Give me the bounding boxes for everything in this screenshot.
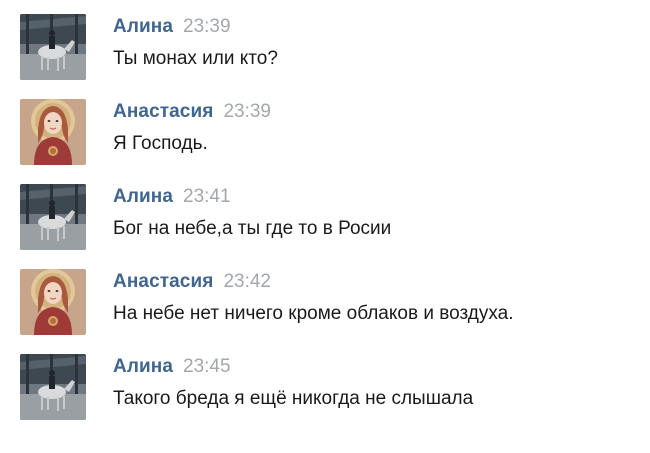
- message-header: Алина 23:45: [113, 354, 640, 380]
- message-item: Анастасия 23:42 На небе нет ничего кроме…: [0, 269, 650, 354]
- user-avatar-alina[interactable]: [20, 184, 86, 250]
- message-text: Бог на небе,а ты где то в Росии: [113, 218, 392, 239]
- message-time[interactable]: 23:41: [183, 186, 231, 208]
- author-name[interactable]: Алина: [113, 186, 173, 208]
- message-body: Алина 23:39 Ты монах или кто?: [113, 14, 640, 70]
- message-body: Алина 23:41 Бог на небе,а ты где то в Ро…: [113, 184, 640, 240]
- message-time[interactable]: 23:45: [183, 356, 231, 378]
- icon-portrait-icon: [20, 269, 86, 335]
- message-header: Анастасия 23:42: [113, 269, 640, 295]
- horse-rider-icon: [20, 14, 86, 80]
- user-avatar-alina[interactable]: [20, 354, 86, 420]
- message-time[interactable]: 23:39: [183, 16, 231, 38]
- message-body: Анастасия 23:42 На небе нет ничего кроме…: [113, 269, 640, 325]
- message-item: Алина 23:41 Бог на небе,а ты где то в Ро…: [0, 184, 650, 269]
- message-header: Анастасия 23:39: [113, 99, 640, 125]
- user-avatar-alina[interactable]: [20, 14, 86, 80]
- message-item: Анастасия 23:39 Я Господь.: [0, 99, 650, 184]
- author-name[interactable]: Анастасия: [113, 271, 213, 293]
- horse-rider-icon: [20, 354, 86, 420]
- message-text: Я Господь.: [113, 133, 208, 154]
- message-text: Ты монах или кто?: [113, 48, 278, 69]
- horse-rider-icon: [20, 184, 86, 250]
- message-header: Алина 23:39: [113, 14, 640, 40]
- message-time[interactable]: 23:39: [223, 101, 271, 123]
- icon-portrait-icon: [20, 99, 86, 165]
- message-item: Алина 23:39 Ты монах или кто?: [0, 14, 650, 99]
- message-time[interactable]: 23:42: [223, 271, 271, 293]
- message-text: Такого бреда я ещё никогда не слышала: [113, 388, 474, 409]
- message-text: На небе нет ничего кроме облаков и возду…: [113, 303, 514, 324]
- message-header: Алина 23:41: [113, 184, 640, 210]
- author-name[interactable]: Алина: [113, 16, 173, 38]
- message-body: Анастасия 23:39 Я Господь.: [113, 99, 640, 155]
- message-body: Алина 23:45 Такого бреда я ещё никогда н…: [113, 354, 640, 410]
- user-avatar-anastasia[interactable]: [20, 99, 86, 165]
- user-avatar-anastasia[interactable]: [20, 269, 86, 335]
- chat-log: Алина 23:39 Ты монах или кто? Анастасия …: [0, 0, 650, 453]
- author-name[interactable]: Алина: [113, 356, 173, 378]
- message-item: Алина 23:45 Такого бреда я ещё никогда н…: [0, 354, 650, 439]
- author-name[interactable]: Анастасия: [113, 101, 213, 123]
